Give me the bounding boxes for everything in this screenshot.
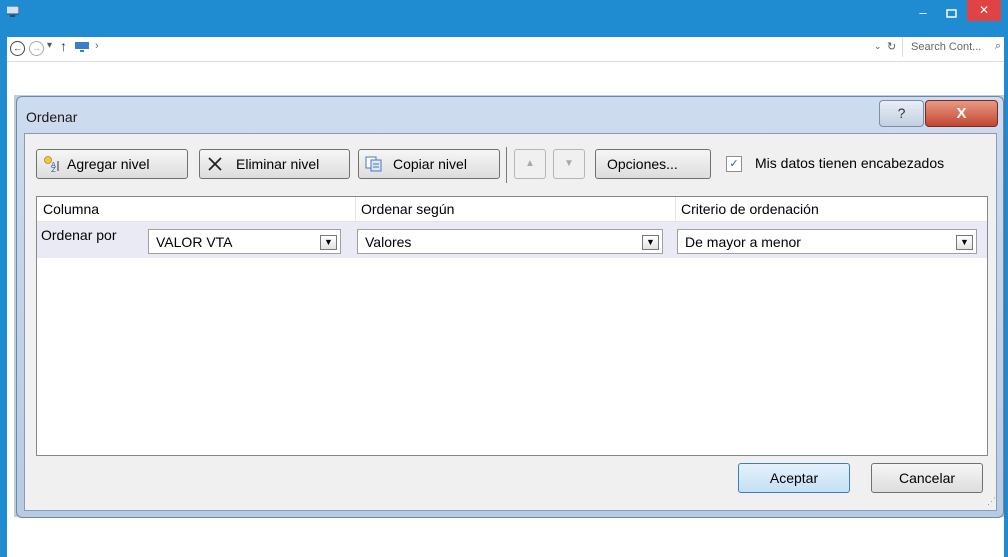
- sort-by-label: Ordenar por: [41, 227, 117, 243]
- back-arrow-icon[interactable]: ←: [10, 41, 25, 56]
- computer-icon: [6, 6, 19, 17]
- dialog-close-button[interactable]: X: [925, 100, 998, 127]
- copy-level-button[interactable]: Copiar nivel: [358, 149, 500, 179]
- maximize-button[interactable]: [941, 7, 961, 21]
- delete-level-label: Eliminar nivel: [236, 156, 320, 172]
- checkmark-icon: ✓: [729, 158, 739, 170]
- window-titlebar: – ✕: [0, 0, 1008, 37]
- add-level-icon: A Z: [44, 156, 59, 172]
- header-divider: [675, 197, 676, 221]
- options-label: Opciones...: [607, 156, 678, 172]
- options-button[interactable]: Opciones...: [595, 149, 711, 179]
- toolbar-divider: [506, 147, 507, 183]
- delete-x-icon: [208, 157, 222, 171]
- add-level-label: Agregar nivel: [67, 156, 150, 172]
- chevron-down-icon[interactable]: ▼: [642, 235, 659, 250]
- headers-checkbox[interactable]: ✓: [726, 156, 742, 172]
- order-select[interactable]: De mayor a menor ▼: [677, 229, 977, 254]
- ok-button[interactable]: Aceptar: [738, 463, 850, 493]
- sort-levels-grid: Columna Ordenar según Criterio de ordena…: [36, 196, 988, 456]
- move-down-icon: ▼: [564, 158, 574, 169]
- forward-arrow-icon[interactable]: →: [29, 41, 44, 56]
- move-up-icon: ▲: [525, 158, 535, 169]
- sort-on-select[interactable]: Valores ▼: [357, 229, 663, 254]
- header-divider: [355, 197, 356, 221]
- move-down-button[interactable]: ▼: [553, 149, 585, 179]
- headers-checkbox-label[interactable]: Mis datos tienen encabezados: [755, 155, 944, 171]
- svg-text:Z: Z: [51, 166, 56, 172]
- help-button[interactable]: ?: [879, 100, 924, 127]
- minimize-button[interactable]: –: [913, 6, 933, 22]
- copy-level-label: Copiar nivel: [393, 156, 467, 172]
- up-arrow-icon[interactable]: ↑: [60, 38, 67, 54]
- close-window-button[interactable]: ✕: [967, 0, 1001, 21]
- dialog-title: Ordenar: [26, 109, 78, 125]
- chevron-down-icon[interactable]: ▼: [320, 235, 337, 250]
- column-select[interactable]: VALOR VTA ▼: [148, 229, 341, 254]
- column-header-sort-on: Ordenar según: [361, 201, 455, 217]
- recent-locations-chevron-icon[interactable]: ▾: [47, 40, 52, 51]
- window-frame-left: [0, 0, 7, 557]
- copy-icon: [365, 156, 382, 172]
- resize-grip-icon[interactable]: ⋰: [987, 496, 996, 507]
- order-select-value: De mayor a menor: [685, 234, 801, 250]
- column-header-order: Criterio de ordenación: [681, 201, 819, 217]
- cancel-button[interactable]: Cancelar: [871, 463, 983, 493]
- address-history-chevron-icon[interactable]: ⌄: [874, 41, 882, 52]
- move-up-button[interactable]: ▲: [514, 149, 546, 179]
- refresh-icon[interactable]: ↻: [887, 40, 896, 53]
- search-input[interactable]: Search Cont... ⌕: [902, 38, 1004, 57]
- this-pc-icon[interactable]: [75, 42, 89, 52]
- search-icon: ⌕: [994, 40, 1001, 52]
- sort-level-row[interactable]: Ordenar por VALOR VTA ▼ Valores ▼ De may…: [37, 222, 987, 258]
- sort-on-select-value: Valores: [365, 234, 412, 250]
- column-header-column: Columna: [43, 201, 100, 217]
- sort-dialog: Ordenar ? X A Z Agregar nivel Eliminar n…: [16, 96, 1004, 518]
- search-placeholder: Search Cont...: [911, 41, 982, 53]
- add-level-button[interactable]: A Z Agregar nivel: [36, 149, 188, 179]
- address-bar: ← → ▾ ↑ › ⌄ ↻ Search Cont... ⌕: [7, 37, 1004, 62]
- dialog-body: A Z Agregar nivel Eliminar nivel Copiar …: [24, 133, 997, 511]
- delete-level-button[interactable]: Eliminar nivel: [199, 149, 350, 179]
- column-select-value: VALOR VTA: [156, 234, 233, 250]
- chevron-down-icon[interactable]: ▼: [956, 235, 973, 250]
- breadcrumb-separator-icon[interactable]: ›: [95, 40, 99, 52]
- grid-header: Columna Ordenar según Criterio de ordena…: [37, 197, 987, 222]
